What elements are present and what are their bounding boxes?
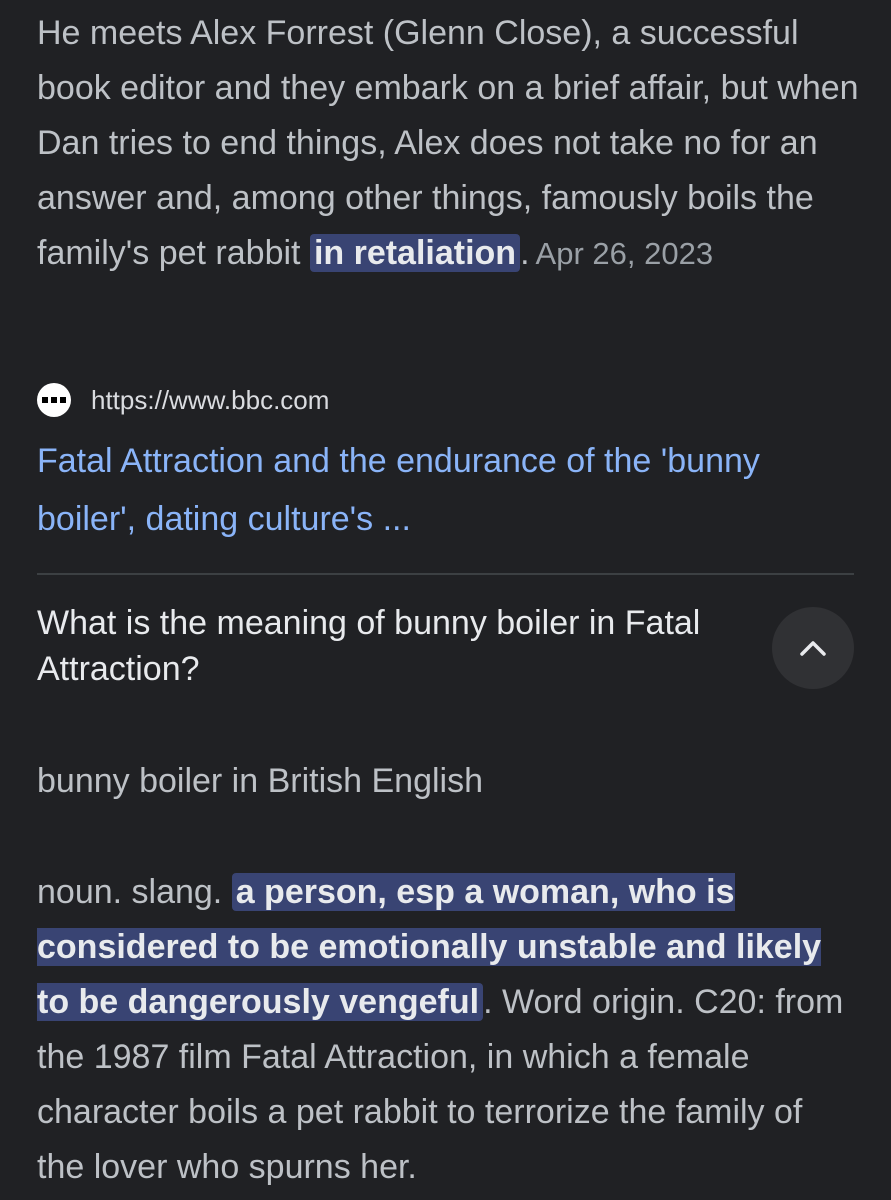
definition-text: noun. slang. a person, esp a woman, who … xyxy=(37,865,857,1195)
chevron-up-icon xyxy=(800,641,826,656)
divider xyxy=(37,573,854,575)
definition-prefix: noun. slang. xyxy=(37,873,232,911)
result-title-link[interactable]: Fatal Attraction and the endurance of th… xyxy=(37,432,857,548)
snippet-highlight: in retaliation xyxy=(309,234,521,272)
featured-snippet-text: He meets Alex Forrest (Glenn Close), a s… xyxy=(37,6,867,281)
source-row[interactable]: https://www.bbc.com xyxy=(37,380,329,420)
snippet-date: Apr 26, 2023 xyxy=(535,236,714,271)
answer-heading: bunny boiler in British English xyxy=(37,762,484,800)
related-question-title[interactable]: What is the meaning of bunny boiler in F… xyxy=(37,600,737,692)
bbc-favicon-icon xyxy=(37,383,71,417)
snippet-period: . xyxy=(520,234,530,272)
collapse-question-button[interactable] xyxy=(772,607,854,689)
source-url[interactable]: https://www.bbc.com xyxy=(91,385,329,416)
